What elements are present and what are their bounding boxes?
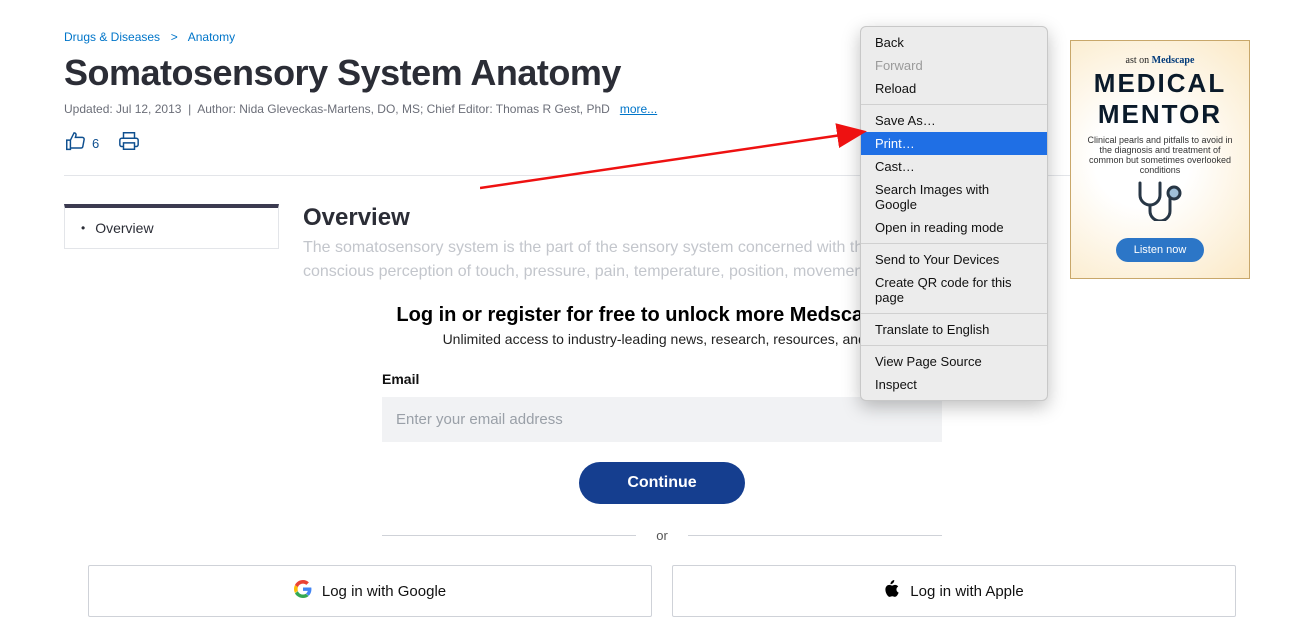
like-count: 6 [92, 136, 99, 151]
context-menu: Back Forward Reload Save As… Print… Cast… [860, 26, 1048, 401]
email-label: Email [382, 371, 419, 387]
ad-brand: Medscape [1152, 55, 1195, 66]
page-title: Somatosensory System Anatomy [64, 52, 1236, 94]
apple-login-button[interactable]: Log in with Apple [672, 565, 1236, 617]
stethoscope-icon [1081, 181, 1239, 226]
ctx-send-devices[interactable]: Send to Your Devices [861, 248, 1047, 271]
ad-top-prefix: ast on [1126, 55, 1152, 66]
side-nav: Overview [64, 204, 279, 249]
ctx-search-images[interactable]: Search Images with Google [861, 178, 1047, 216]
apple-login-label: Log in with Apple [910, 583, 1023, 600]
divider-line [382, 535, 636, 536]
ctx-qr[interactable]: Create QR code for this page [861, 271, 1047, 309]
ctx-view-source[interactable]: View Page Source [861, 350, 1047, 373]
ctx-cast[interactable]: Cast… [861, 155, 1047, 178]
ctx-save-as[interactable]: Save As… [861, 109, 1047, 132]
meta-more-link[interactable]: more... [620, 102, 657, 116]
ctx-inspect[interactable]: Inspect [861, 373, 1047, 396]
thumbs-up-icon [64, 131, 86, 156]
breadcrumb-separator: > [167, 30, 181, 44]
ctx-reload[interactable]: Reload [861, 77, 1047, 100]
login-subtext: Unlimited access to industry-leading new… [88, 331, 1236, 347]
meta-sep: | [188, 102, 191, 116]
breadcrumb-leaf[interactable]: Anatomy [188, 30, 235, 44]
or-text: or [656, 528, 668, 543]
ctx-print[interactable]: Print… [861, 132, 1047, 155]
meta-author: Author: Nida Gleveckas-Martens, DO, MS; … [197, 102, 610, 116]
meta-updated: Updated: Jul 12, 2013 [64, 102, 181, 116]
divider [64, 175, 1236, 176]
ctx-translate[interactable]: Translate to English [861, 318, 1047, 341]
sidenav-item-overview[interactable]: Overview [65, 208, 278, 248]
like-button[interactable]: 6 [64, 131, 99, 156]
ad-panel: ast on Medscape MEDICAL MENTOR Clinical … [1070, 40, 1250, 279]
ctx-back[interactable]: Back [861, 31, 1047, 54]
email-input[interactable] [382, 397, 942, 442]
google-icon [294, 580, 312, 602]
ad-headline-1: MEDICAL [1081, 70, 1239, 97]
print-button[interactable] [117, 130, 141, 157]
google-login-label: Log in with Google [322, 583, 446, 600]
ad-description: Clinical pearls and pitfalls to avoid in… [1081, 135, 1239, 175]
ctx-reading-mode[interactable]: Open in reading mode [861, 216, 1047, 239]
apple-icon [884, 580, 900, 602]
breadcrumb: Drugs & Diseases > Anatomy [64, 30, 1236, 44]
ad-headline-2: MENTOR [1081, 101, 1239, 128]
login-headline: Log in or register for free to unlock mo… [88, 304, 1236, 327]
continue-button[interactable]: Continue [579, 462, 744, 504]
breadcrumb-root[interactable]: Drugs & Diseases [64, 30, 160, 44]
google-login-button[interactable]: Log in with Google [88, 565, 652, 617]
ctx-forward: Forward [861, 54, 1047, 77]
divider-line [688, 535, 942, 536]
article-meta: Updated: Jul 12, 2013 | Author: Nida Gle… [64, 102, 1236, 116]
section-preview: The somatosensory system is the part of … [303, 236, 943, 284]
ad-listen-button[interactable]: Listen now [1116, 238, 1205, 262]
ad-topline: ast on Medscape [1081, 55, 1239, 66]
